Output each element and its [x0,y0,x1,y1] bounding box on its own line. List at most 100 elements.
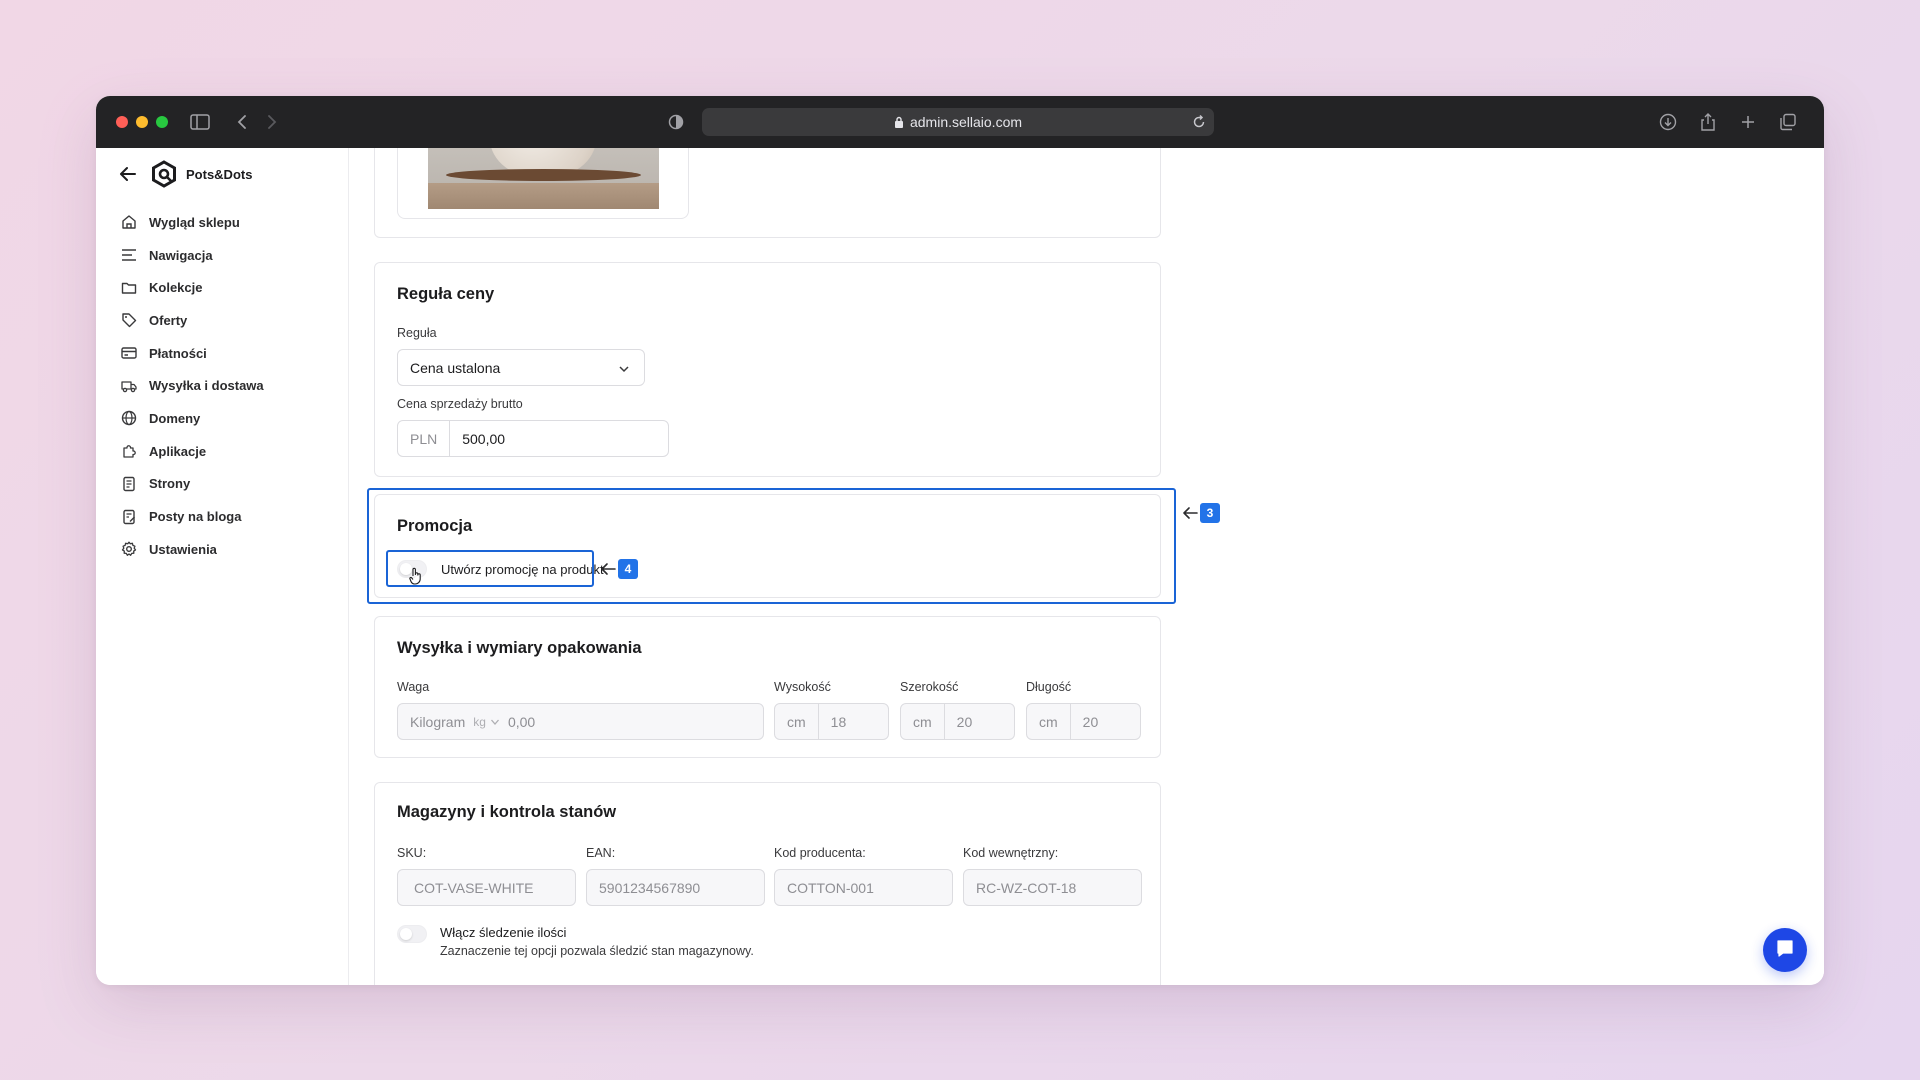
browser-window: admin.sellaio.com Pots&Dots Wygląd sklep… [96,96,1824,985]
tag-icon [120,311,138,329]
store-logo-icon [150,160,178,188]
width-unit: cm [901,704,945,739]
maximize-window-button[interactable] [156,116,168,128]
download-icon[interactable] [1656,110,1680,134]
height-input[interactable]: cm 18 [774,703,889,740]
folder-icon [120,279,138,297]
privacy-shield-icon[interactable] [664,110,688,134]
ean-input[interactable]: 5901234567890 [586,869,765,906]
puzzle-icon [120,442,138,460]
length-unit: cm [1027,704,1071,739]
sidebar-item-label: Kolekcje [149,280,203,296]
sidebar-item-settings[interactable]: Ustawienia [120,533,264,566]
sidebar-item-collections[interactable]: Kolekcje [120,271,264,304]
forward-nav-icon[interactable] [260,110,284,134]
sku-label: SKU: [397,846,427,860]
sku-input[interactable]: COT-VASE-WHITE [397,869,576,906]
quantity-tracking-description: Zaznaczenie tej opcji pozwala śledzić st… [440,944,754,958]
globe-icon [120,409,138,427]
blog-post-icon [120,508,138,526]
inventory-card: Magazyny i kontrola stanów SKU: COT-VASE… [374,782,1161,985]
internal-code-label: Kod wewnętrzny: [963,846,1059,860]
ean-value: 5901234567890 [599,879,701,896]
height-label: Wysokość [774,680,831,694]
length-value: 20 [1082,713,1099,730]
credit-card-icon [120,344,138,362]
chat-bubble-icon [1775,938,1795,963]
producer-code-input[interactable]: COTTON-001 [774,869,953,906]
admin-sidebar: Pots&Dots Wygląd sklepu Nawigacja Kolekc… [96,148,349,985]
sidebar-item-blog-posts[interactable]: Posty na bloga [120,500,264,533]
width-value: 20 [956,713,973,730]
sidebar-item-shipping[interactable]: Wysyłka i dostawa [120,369,264,402]
tab-overview-icon[interactable] [1776,110,1800,134]
height-value: 18 [830,713,847,730]
rule-label: Reguła [397,326,437,340]
quantity-tracking-toggle[interactable] [397,925,427,943]
address-bar[interactable]: admin.sellaio.com [702,108,1214,136]
wooden-plate [446,169,641,181]
sidebar-item-offers[interactable]: Oferty [120,304,264,337]
home-icon [120,213,138,231]
product-image-frame[interactable] [397,148,689,219]
price-rule-card: Reguła ceny Reguła Cena ustalona Cena sp… [374,262,1161,477]
internal-code-input[interactable]: RC-WZ-COT-18 [963,869,1142,906]
gross-price-input[interactable]: PLN 500,00 [397,420,669,457]
sidebar-item-domains[interactable]: Domeny [120,402,264,435]
sidebar-item-label: Nawigacja [149,247,213,263]
store-name: Pots&Dots [186,166,253,182]
document-icon [120,475,138,493]
weight-unit-short: kg [473,714,486,729]
inventory-title: Magazyny i kontrola stanów [397,803,617,821]
product-media-card [374,148,1161,238]
currency-prefix: PLN [398,421,451,456]
gear-icon [120,540,138,558]
chevron-down-icon[interactable] [490,714,500,730]
producer-code-value: COTTON-001 [787,879,874,896]
sidebar-item-label: Ustawienia [149,541,217,557]
sidebar-item-label: Posty na bloga [149,509,242,525]
back-nav-icon[interactable] [230,110,254,134]
back-arrow-icon[interactable] [118,164,138,184]
gross-price-label: Cena sprzedaży brutto [397,397,523,411]
sidebar-toggle-icon[interactable] [188,110,212,134]
sidebar-item-payments[interactable]: Płatności [120,337,264,370]
shipping-title: Wysyłka i wymiary opakowania [397,639,642,657]
sidebar-item-apps[interactable]: Aplikacje [120,435,264,468]
weight-label: Waga [397,680,430,694]
sidebar-nav: Wygląd sklepu Nawigacja Kolekcje Oferty … [120,206,264,566]
length-input[interactable]: cm 20 [1026,703,1141,740]
sidebar-item-label: Aplikacje [149,443,207,459]
rule-selected-value: Cena ustalona [410,359,501,376]
sidebar-item-label: Domeny [149,410,201,426]
product-image [428,148,659,209]
sidebar-item-label: Płatności [149,345,207,361]
weight-input[interactable]: Kilogram kg 0,00 [397,703,764,740]
share-icon[interactable] [1696,110,1720,134]
sku-value: COT-VASE-WHITE [414,879,534,896]
address-url: admin.sellaio.com [909,114,1023,130]
promotion-toggle-highlight-box [386,550,594,587]
sidebar-item-store-appearance[interactable]: Wygląd sklepu [120,206,264,239]
sidebar-item-label: Wysyłka i dostawa [149,378,264,394]
reload-icon[interactable] [1192,114,1206,133]
chat-launcher-button[interactable] [1763,928,1807,972]
lock-icon [894,116,903,128]
traffic-lights [116,116,168,128]
sidebar-item-label: Wygląd sklepu [149,214,240,230]
wooden-surface [428,183,659,209]
price-rule-title: Reguła ceny [397,285,495,303]
width-input[interactable]: cm 20 [900,703,1015,740]
gross-price-value: 500,00 [462,430,506,447]
rule-select[interactable]: Cena ustalona [397,349,645,386]
menu-lines-icon [120,246,138,264]
annotation-arrow-icon [1182,506,1198,520]
sidebar-item-navigation[interactable]: Nawigacja [120,239,264,272]
truck-icon [120,377,138,395]
internal-code-value: RC-WZ-COT-18 [976,879,1077,896]
length-label: Długość [1026,680,1072,694]
minimize-window-button[interactable] [136,116,148,128]
sidebar-item-pages[interactable]: Strony [120,468,264,501]
new-tab-icon[interactable] [1736,110,1760,134]
close-window-button[interactable] [116,116,128,128]
